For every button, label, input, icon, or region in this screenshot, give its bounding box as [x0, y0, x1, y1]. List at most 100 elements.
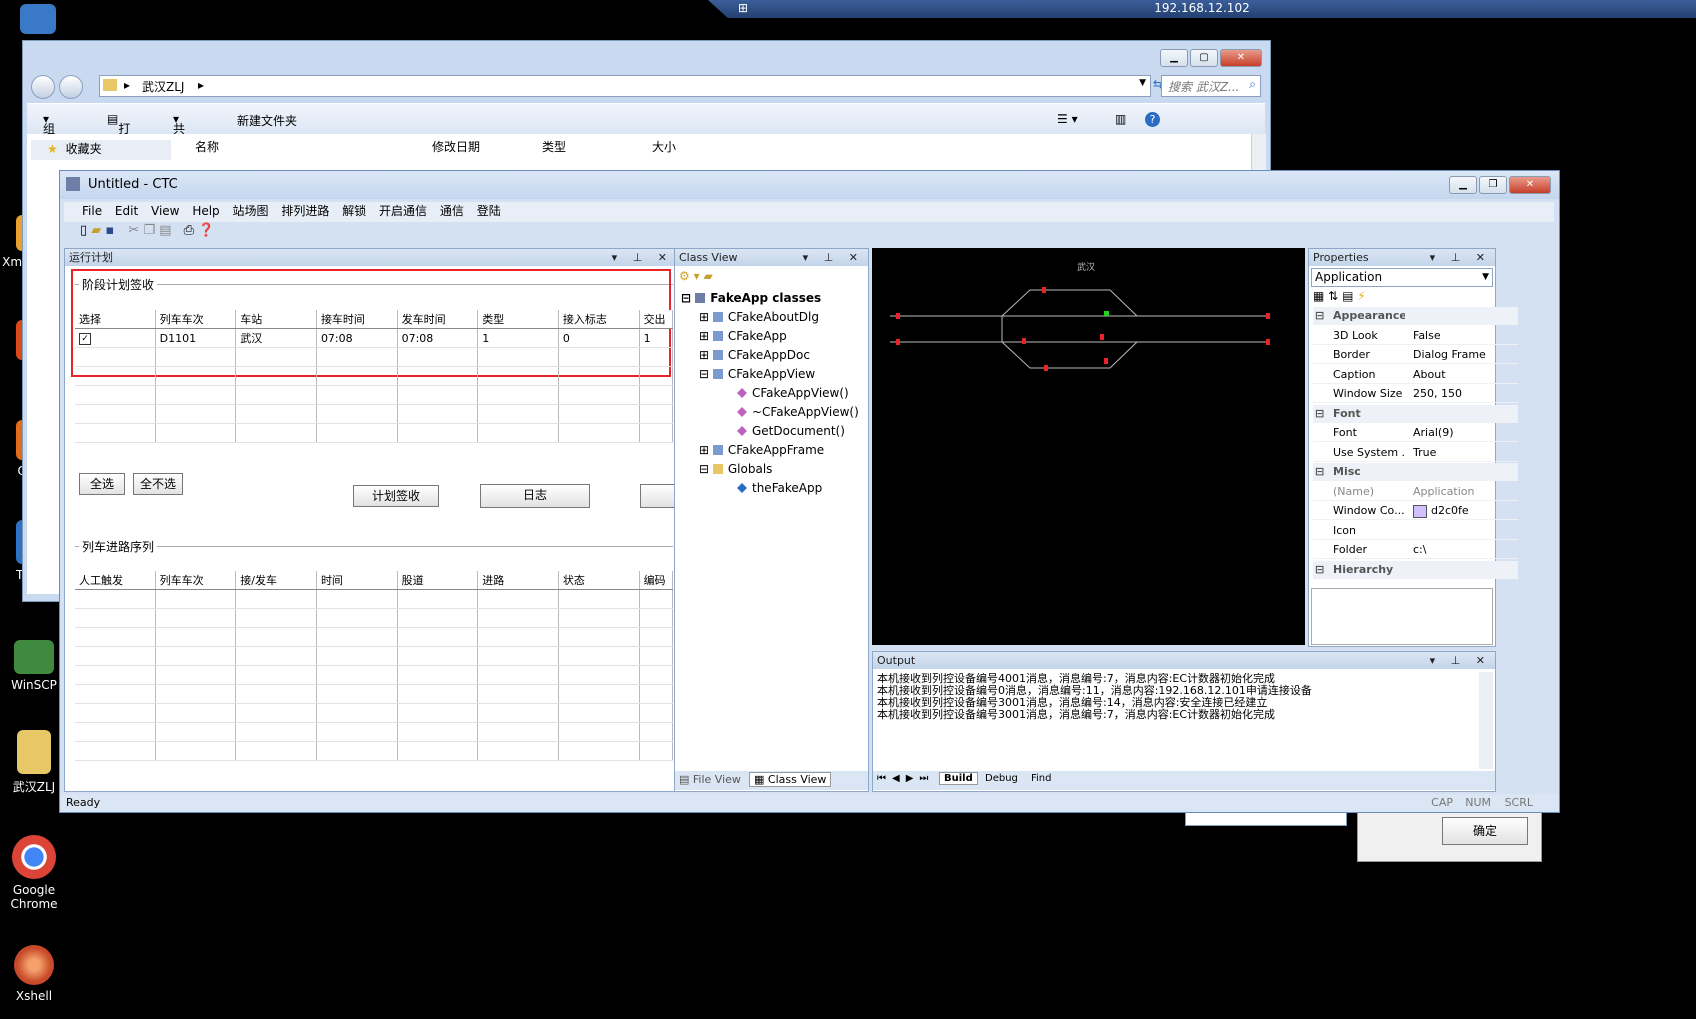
property-value[interactable]: True — [1413, 444, 1436, 461]
property-row[interactable]: Use System ... True — [1313, 444, 1518, 462]
tree-item-globals[interactable]: ⊟ Globals — [699, 462, 772, 476]
ctc-title-bar[interactable]: Untitled - CTC ▁ ❐ ✕ — [60, 171, 1559, 199]
new-folder-icon[interactable]: ▰ — [703, 269, 712, 283]
object-selector[interactable]: Application ▼ — [1311, 268, 1493, 287]
col-time[interactable]: 时间 — [316, 571, 398, 590]
pane-controls[interactable]: ▾ ⊥ ✕ — [1430, 249, 1491, 266]
chevron-down-icon[interactable]: ▼ — [1482, 269, 1489, 286]
select-all-button[interactable]: 全选 — [79, 473, 125, 495]
property-row[interactable]: (Name) Application — [1313, 483, 1518, 501]
desktop-icon-winscp[interactable]: WinSCP — [2, 640, 66, 692]
tree-item-class[interactable]: ⊟ CFakeAppView — [699, 367, 815, 381]
property-category[interactable]: ⊟ Misc — [1313, 463, 1518, 481]
collapse-icon[interactable]: ⊟ — [1315, 561, 1324, 578]
col-route[interactable]: 进路 — [477, 571, 559, 590]
pane-controls[interactable]: ▾ ⊥ ✕ — [1430, 652, 1491, 669]
col-depart[interactable]: 发车时间 — [397, 310, 479, 329]
save-icon[interactable]: ▪ — [105, 223, 114, 238]
column-header-modified[interactable]: 修改日期 — [432, 138, 480, 155]
col-track[interactable]: 股道 — [397, 571, 479, 590]
tab-debug[interactable]: Debug — [985, 773, 1018, 784]
property-category[interactable]: ⊟ Hierarchy — [1313, 560, 1518, 579]
pin-icon[interactable]: ⊞ — [738, 0, 748, 16]
share-menu[interactable]: 共享 ▾ — [173, 112, 185, 153]
restore-button[interactable]: ❐ — [1479, 176, 1507, 194]
open-button[interactable]: ▤ 打开 — [107, 112, 130, 153]
column-header-size[interactable]: 大小 — [652, 138, 676, 155]
alphabetical-icon[interactable]: ⇅ — [1328, 289, 1338, 303]
property-value[interactable]: Arial(9) — [1413, 424, 1453, 441]
col-manual-trigger[interactable]: 人工触发 — [75, 571, 156, 590]
tree-item-method[interactable]: ~CFakeAppView() — [737, 405, 859, 419]
desktop-icon-xshell[interactable]: Xshell — [2, 945, 66, 1003]
col-select[interactable]: 选择 — [75, 310, 156, 329]
back-button[interactable] — [31, 75, 55, 99]
tab-nav-arrows[interactable]: ⏮◀▶⏭ — [877, 773, 934, 784]
print-icon[interactable]: ⎙ — [184, 223, 194, 238]
tab-file-view[interactable]: ▤ File View — [679, 773, 741, 786]
log-button[interactable]: 日志 — [480, 484, 590, 508]
property-row[interactable]: Folder c:\ — [1313, 541, 1518, 559]
tree-item-class[interactable]: ⊞ CFakeApp — [699, 329, 787, 343]
collapse-icon[interactable]: ⊟ — [1315, 405, 1324, 422]
tree-item-variable[interactable]: theFakeApp — [737, 481, 822, 495]
close-button[interactable]: ✕ — [1220, 49, 1262, 67]
tree-item-class[interactable]: ⊞ CFakeAboutDlg — [699, 310, 819, 324]
maximize-button[interactable]: ▢ — [1190, 49, 1218, 67]
menu-station-map[interactable]: 站场图 — [233, 204, 269, 218]
preview-pane-icon[interactable]: ▥ — [1115, 112, 1126, 126]
property-row[interactable]: 3D Look False — [1313, 327, 1518, 345]
property-value[interactable]: 250, 150 — [1413, 385, 1462, 402]
sort-icon[interactable]: ⚙ ▾ — [679, 269, 700, 283]
table-row[interactable]: ✓ D1101 武汉 07:08 07:08 1 0 1 — [75, 328, 674, 348]
extra-button[interactable] — [640, 484, 676, 508]
col-arrive-depart[interactable]: 接/发车 — [235, 571, 317, 590]
property-row[interactable]: Window Co... d2c0fe — [1313, 502, 1518, 520]
property-pages-icon[interactable]: ▤ — [1342, 289, 1353, 303]
plan-sign-button[interactable]: 计划签收 — [353, 485, 439, 507]
copy-icon[interactable]: ❐ — [143, 223, 155, 238]
cut-icon[interactable]: ✂ — [128, 223, 139, 238]
menu-unlock[interactable]: 解锁 — [342, 204, 366, 218]
help-icon[interactable]: ? — [1145, 112, 1160, 127]
menu-file[interactable]: File — [82, 204, 102, 218]
menu-comm[interactable]: 通信 — [440, 204, 464, 218]
breadcrumb-folder[interactable]: 武汉ZLJ — [142, 78, 184, 95]
close-button[interactable]: ✕ — [1509, 176, 1551, 194]
property-value[interactable]: Application — [1413, 483, 1474, 500]
ok-button[interactable]: 确定 — [1442, 817, 1528, 845]
pane-controls[interactable]: ▾ ⊥ ✕ — [803, 249, 864, 266]
property-row[interactable]: Window Size 250, 150 — [1313, 385, 1518, 403]
col-arrive[interactable]: 接车时间 — [316, 310, 398, 329]
select-none-button[interactable]: 全不选 — [133, 473, 183, 495]
property-row[interactable]: Icon — [1313, 522, 1518, 540]
col-handover[interactable]: 交出 — [639, 310, 674, 329]
tree-item-class[interactable]: ⊞ CFakeAppDoc — [699, 348, 810, 362]
new-icon[interactable]: ▯ — [80, 223, 87, 238]
property-value[interactable]: About — [1413, 366, 1446, 383]
favorites-nav[interactable]: ★ 收藏夹 — [31, 140, 171, 160]
property-value[interactable]: Dialog Frame — [1413, 346, 1486, 363]
remote-connection-bar[interactable]: ⊞ 192.168.12.102 — [708, 0, 1696, 18]
property-value[interactable]: False — [1413, 327, 1441, 344]
property-value[interactable]: c:\ — [1413, 541, 1426, 558]
organize-menu[interactable]: 组织 ▾ — [43, 112, 55, 153]
tree-item-method[interactable]: GetDocument() — [737, 424, 845, 438]
property-row[interactable]: Caption About — [1313, 366, 1518, 384]
tab-find[interactable]: Find — [1031, 773, 1052, 784]
col-flag[interactable]: 接入标志 — [558, 310, 640, 329]
history-dropdown-icon[interactable]: ▼ — [1139, 78, 1146, 88]
search-input[interactable]: 搜索 武汉Z... ⌕ — [1161, 75, 1261, 97]
menu-help[interactable]: Help — [192, 204, 219, 218]
col-station[interactable]: 车站 — [235, 310, 317, 329]
desktop-icon-chrome[interactable]: Google Chrome — [2, 835, 66, 911]
tab-class-view[interactable]: ▦ Class View — [749, 772, 832, 787]
ctc-window[interactable]: Untitled - CTC ▁ ❐ ✕ File Edit View Help… — [59, 170, 1560, 813]
column-header-type[interactable]: 类型 — [542, 138, 566, 155]
menu-view[interactable]: View — [151, 204, 179, 218]
col-train[interactable]: 列车车次 — [155, 310, 237, 329]
search-icon[interactable]: ⌕ — [1249, 77, 1256, 92]
col-train[interactable]: 列车车次 — [155, 571, 237, 590]
property-row[interactable]: Font Arial(9) — [1313, 424, 1518, 442]
open-icon[interactable]: ▰ — [91, 223, 101, 238]
